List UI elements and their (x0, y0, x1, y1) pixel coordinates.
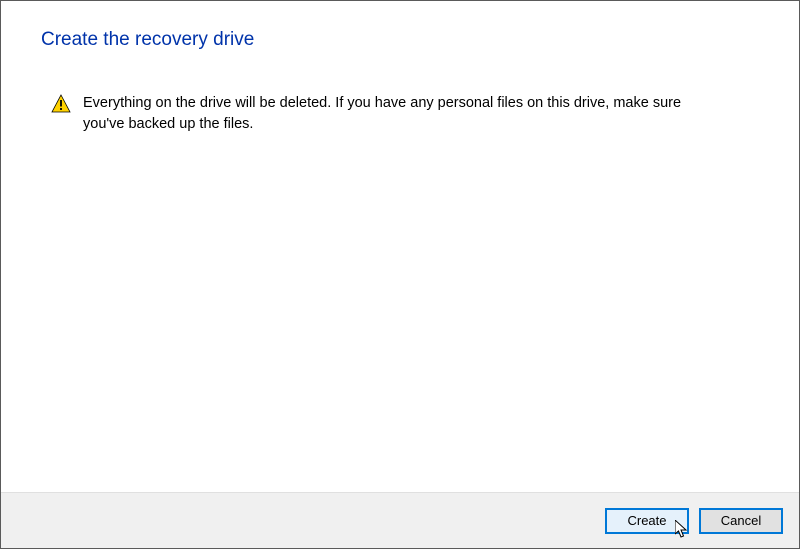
warning-icon (51, 94, 71, 114)
create-button[interactable]: Create (605, 508, 689, 534)
dialog-title: Create the recovery drive (41, 29, 759, 51)
warning-message: Everything on the drive will be deleted.… (41, 93, 759, 135)
dialog-content: Create the recovery drive Everything on … (1, 1, 799, 479)
cancel-button[interactable]: Cancel (699, 508, 783, 534)
warning-text: Everything on the drive will be deleted.… (83, 93, 723, 135)
button-bar: Create Cancel (1, 492, 799, 548)
